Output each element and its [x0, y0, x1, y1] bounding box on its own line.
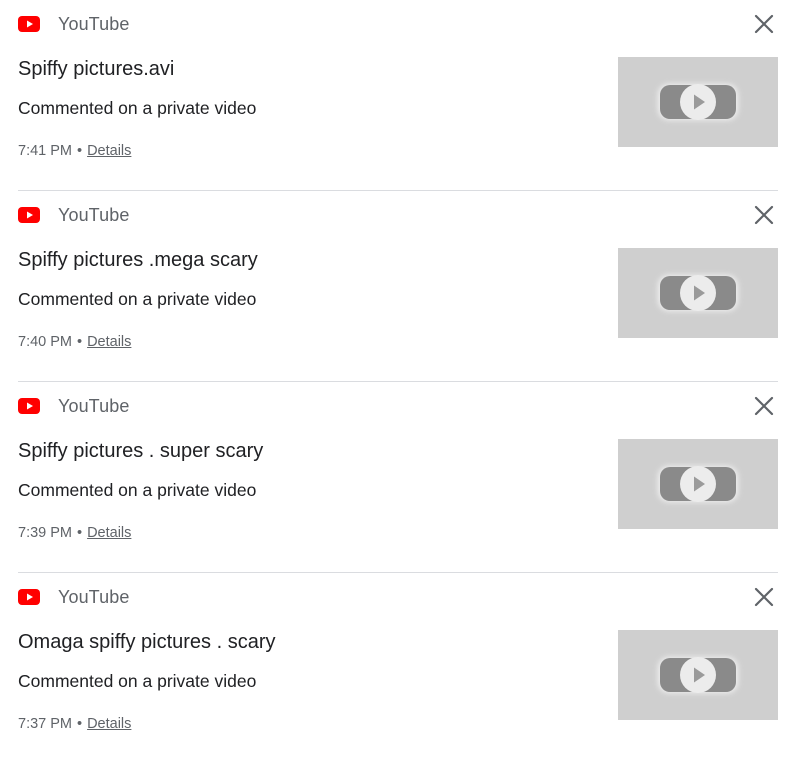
- notification-subtitle: Commented on a private video: [18, 98, 257, 118]
- notification-meta: 7:39 PM • Details: [18, 525, 131, 541]
- notification-time: 7:37 PM: [18, 716, 72, 732]
- notification-meta: 7:37 PM • Details: [18, 716, 131, 732]
- notification-title: Spiffy pictures . super scary: [18, 440, 264, 462]
- notification-subtitle: Commented on a private video: [18, 480, 257, 500]
- notification-meta: 7:40 PM • Details: [18, 334, 131, 350]
- details-link[interactable]: Details: [87, 143, 131, 159]
- close-icon: [754, 14, 774, 39]
- close-icon: [754, 205, 774, 230]
- meta-separator: •: [77, 143, 83, 159]
- meta-separator: •: [77, 525, 83, 541]
- notification-card[interactable]: YouTube Spiffy pictures .mega scary Comm…: [0, 191, 807, 382]
- notification-meta: 7:41 PM • Details: [18, 143, 131, 159]
- dismiss-button[interactable]: [750, 203, 778, 231]
- app-name: YouTube: [58, 586, 130, 607]
- dismiss-button[interactable]: [750, 394, 778, 422]
- notification-time: 7:39 PM: [18, 525, 72, 541]
- notification-card[interactable]: YouTube Omaga spiffy pictures . scary Co…: [0, 573, 807, 764]
- notification-header: YouTube: [18, 203, 129, 227]
- video-thumbnail[interactable]: [618, 248, 778, 338]
- youtube-logo-icon: [18, 589, 40, 605]
- meta-separator: •: [77, 716, 83, 732]
- video-thumbnail[interactable]: [618, 57, 778, 147]
- app-name: YouTube: [58, 13, 130, 34]
- notification-header: YouTube: [18, 394, 129, 418]
- video-thumbnail[interactable]: [618, 439, 778, 529]
- details-link[interactable]: Details: [87, 525, 131, 541]
- close-icon: [754, 587, 774, 612]
- notification-list: YouTube Spiffy pictures.avi Commented on…: [0, 0, 807, 764]
- details-link[interactable]: Details: [87, 716, 131, 732]
- notification-card[interactable]: YouTube Spiffy pictures . super scary Co…: [0, 382, 807, 573]
- notification-header: YouTube: [18, 12, 129, 36]
- notification-header: YouTube: [18, 585, 129, 609]
- notification-title: Spiffy pictures.avi: [18, 58, 175, 80]
- dismiss-button[interactable]: [750, 585, 778, 613]
- meta-separator: •: [77, 334, 83, 350]
- video-thumbnail[interactable]: [618, 630, 778, 720]
- details-link[interactable]: Details: [87, 334, 131, 350]
- notification-title: Spiffy pictures .mega scary: [18, 249, 258, 271]
- youtube-logo-icon: [18, 16, 40, 32]
- notification-card[interactable]: YouTube Spiffy pictures.avi Commented on…: [0, 0, 807, 191]
- app-name: YouTube: [58, 395, 130, 416]
- dismiss-button[interactable]: [750, 12, 778, 40]
- notification-subtitle: Commented on a private video: [18, 289, 257, 309]
- notification-time: 7:40 PM: [18, 334, 72, 350]
- close-icon: [754, 396, 774, 421]
- youtube-logo-icon: [18, 398, 40, 414]
- youtube-logo-icon: [18, 207, 40, 223]
- app-name: YouTube: [58, 204, 130, 225]
- notification-title: Omaga spiffy pictures . scary: [18, 631, 276, 653]
- notification-time: 7:41 PM: [18, 143, 72, 159]
- notification-subtitle: Commented on a private video: [18, 671, 257, 691]
